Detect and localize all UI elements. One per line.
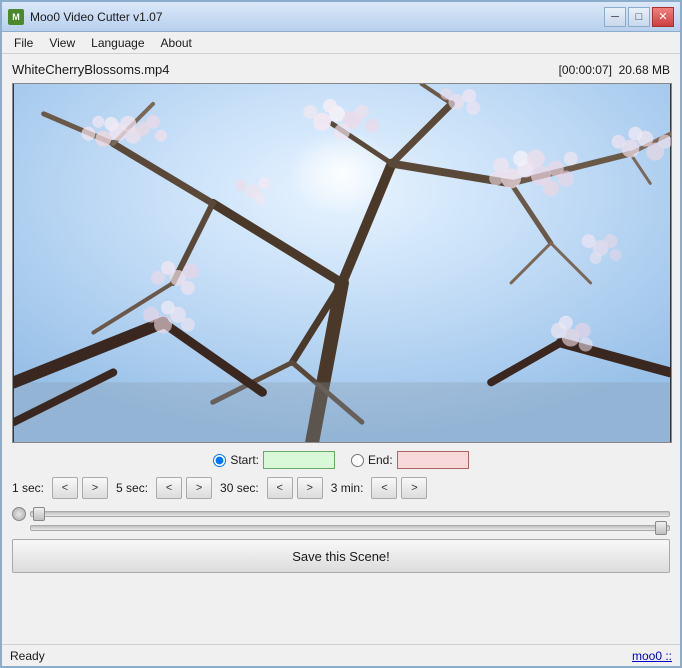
- adj-group-1sec: < >: [52, 477, 108, 499]
- adj-controls: 1 sec: < > 5 sec: < > 30 sec: < > 3 min:…: [12, 475, 670, 501]
- adj-3min-next[interactable]: >: [401, 477, 427, 499]
- time-controls: Start: 00:00:00 End: 00:00:07: [12, 447, 670, 471]
- start-slider-thumb[interactable]: [33, 507, 45, 521]
- adj-1sec-next[interactable]: >: [82, 477, 108, 499]
- start-radio-group: Start: 00:00:00: [213, 451, 335, 469]
- end-slider-thumb[interactable]: [655, 521, 667, 535]
- start-slider-handle[interactable]: [12, 507, 26, 521]
- adj-label-5sec: 5 sec:: [116, 481, 148, 495]
- adj-3min-prev[interactable]: <: [371, 477, 397, 499]
- close-button[interactable]: ✕: [652, 7, 674, 27]
- title-buttons: ─ □ ✕: [604, 7, 674, 27]
- main-content: WhiteCherryBlossoms.mp4 [00:00:07] 20.68…: [2, 54, 680, 581]
- file-duration: [00:00:07]: [559, 63, 612, 77]
- start-time-input[interactable]: 00:00:00: [263, 451, 335, 469]
- start-radio[interactable]: [213, 454, 226, 467]
- adj-label-1sec: 1 sec:: [12, 481, 44, 495]
- adj-group-5sec: < >: [156, 477, 212, 499]
- info-bar: WhiteCherryBlossoms.mp4 [00:00:07] 20.68…: [12, 60, 670, 79]
- end-slider-track[interactable]: [30, 525, 670, 531]
- video-area: [12, 83, 672, 443]
- adj-5sec-prev[interactable]: <: [156, 477, 182, 499]
- end-label: End:: [368, 453, 393, 467]
- adj-label-3min: 3 min:: [331, 481, 364, 495]
- adj-30sec-next[interactable]: >: [297, 477, 323, 499]
- adj-group-3min: < >: [371, 477, 427, 499]
- app-window: M Moo0 Video Cutter v1.07 ─ □ ✕ File Vie…: [0, 0, 682, 668]
- menu-bar: File View Language About: [2, 32, 680, 54]
- status-bar: Ready moo0 ::: [2, 644, 680, 666]
- end-time-input[interactable]: 00:00:07: [397, 451, 469, 469]
- moo0-link[interactable]: moo0 ::: [632, 649, 672, 663]
- file-name: WhiteCherryBlossoms.mp4: [12, 62, 170, 77]
- title-text: Moo0 Video Cutter v1.07: [30, 10, 163, 24]
- start-label: Start:: [230, 453, 259, 467]
- adj-5sec-next[interactable]: >: [186, 477, 212, 499]
- menu-file[interactable]: File: [6, 34, 41, 52]
- title-bar-left: M Moo0 Video Cutter v1.07: [8, 9, 163, 25]
- app-icon: M: [8, 9, 24, 25]
- video-frame: [13, 84, 671, 442]
- menu-language[interactable]: Language: [83, 34, 152, 52]
- file-size: 20.68 MB: [619, 63, 670, 77]
- adj-30sec-prev[interactable]: <: [267, 477, 293, 499]
- end-radio[interactable]: [351, 454, 364, 467]
- minimize-button[interactable]: ─: [604, 7, 626, 27]
- maximize-button[interactable]: □: [628, 7, 650, 27]
- start-slider-row: [12, 507, 670, 521]
- status-text: Ready: [10, 649, 45, 663]
- menu-view[interactable]: View: [41, 34, 83, 52]
- end-slider-row: [12, 525, 670, 531]
- menu-about[interactable]: About: [153, 34, 200, 52]
- adj-group-30sec: < >: [267, 477, 323, 499]
- end-radio-group: End: 00:00:07: [351, 451, 469, 469]
- save-button[interactable]: Save this Scene!: [12, 539, 670, 573]
- adj-label-30sec: 30 sec:: [220, 481, 259, 495]
- sliders-area: [12, 505, 670, 533]
- title-bar: M Moo0 Video Cutter v1.07 ─ □ ✕: [2, 2, 680, 32]
- start-slider-track[interactable]: [30, 511, 670, 517]
- file-info: [00:00:07] 20.68 MB: [559, 63, 670, 77]
- adj-1sec-prev[interactable]: <: [52, 477, 78, 499]
